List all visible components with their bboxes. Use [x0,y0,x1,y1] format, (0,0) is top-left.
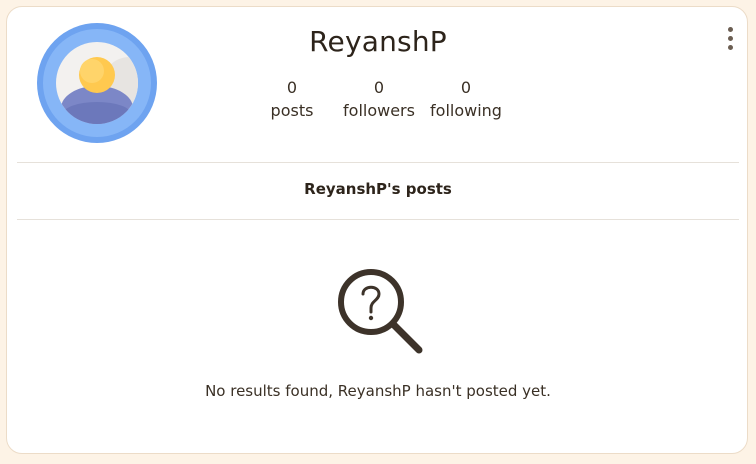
stat-following[interactable]: 0 following [425,78,507,124]
stat-following-label: following [430,101,502,120]
posts-section-title: ReyanshP's posts [304,180,452,198]
profile-username: ReyanshP [309,25,447,58]
profile-stats: 0 posts 0 followers 0 following [259,78,515,128]
search-question-icon [336,267,426,357]
posts-divider [17,219,739,220]
header-divider [17,162,739,163]
stat-followers[interactable]: 0 followers [336,78,422,124]
profile-card: ReyanshP 0 posts 0 followers 0 following… [6,6,748,454]
stat-followers-count: 0 [373,78,385,97]
stat-following-count: 0 [460,78,472,97]
empty-posts-message: No results found, ReyanshP hasn't posted… [205,382,551,400]
stat-posts[interactable]: 0 posts [262,78,322,124]
stat-posts-count: 0 [286,78,298,97]
more-vertical-icon[interactable] [723,25,739,53]
stat-posts-label: posts [270,101,314,120]
stat-followers-label: followers [343,101,415,120]
